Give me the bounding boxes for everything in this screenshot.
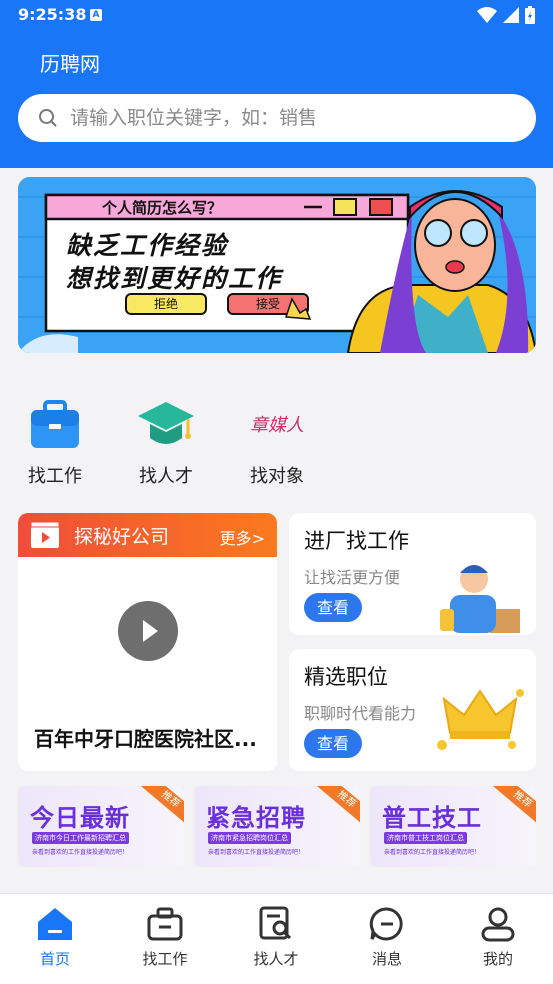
factory-job-card[interactable]: 进厂找工作 让找活更方便 查看 [289,513,536,635]
promo-title: 紧急招聘 [206,804,306,832]
promo-urgent[interactable]: 紧急招聘 济南市紧急招聘岗位汇总 亲看到喜欢的工作直接投递简历吧！ 推荐 [194,786,360,867]
crown-illustration [437,689,524,750]
system-icons [477,6,535,24]
tab-label: 首页 [39,950,70,968]
worker-illustration [440,565,520,633]
app-header: 9:25:38 A 历聘网 [0,0,553,168]
card-title: 进厂找工作 [304,529,409,553]
video-card-header: 探秘好公司 更多> [18,513,277,557]
status-bar: 9:25:38 A [0,0,553,32]
tab-profile[interactable]: 我的 [443,894,553,984]
user-icon [478,904,518,944]
tab-find-job[interactable]: 找工作 [110,894,220,984]
quick-label: 找人才 [139,466,193,487]
wifi-icon [477,7,497,23]
recommend-tag: 推荐 [316,786,360,827]
graduation-cap-icon [136,394,196,454]
promo-line1: 济南市普工技工岗位汇总 [384,832,467,844]
promo-banner[interactable]: 个人简历怎么写？ 缺乏工作经验 想找到更好的工作 拒绝 接受 [18,177,536,353]
banner-window-title: 个人简历怎么写？ [102,199,223,217]
recommend-tag: 推荐 [140,786,184,827]
briefcase-icon [25,394,85,454]
promo-title: 今日最新 [30,804,130,832]
card-title: 精选职位 [304,665,388,689]
quick-find-job[interactable]: 找工作 [15,394,95,488]
search-input[interactable] [70,107,490,129]
promo-general-workers[interactable]: 普工技工 济南市普工技工岗位汇总 亲看到喜欢的工作直接投递简历吧！ 推荐 [370,786,536,867]
video-clapper-icon [30,521,60,548]
promo-today-latest[interactable]: 今日最新 济南市今日工作最新招聘汇总 亲看到喜欢的工作直接投递简历吧！ 推荐 [18,786,184,867]
search-icon [39,109,57,127]
tab-home[interactable]: 首页 [0,894,110,984]
battery-icon [525,6,535,24]
play-button-icon[interactable] [118,601,178,661]
chat-bubble-icon [367,904,407,944]
tab-label: 找人才 [253,950,299,968]
promo-line2: 亲看到喜欢的工作直接投递简历吧！ [384,849,481,856]
resume-search-icon [256,904,296,944]
quick-find-talent[interactable]: 找人才 [126,394,206,488]
quick-entry-row: 找工作 找人才 章媒人 找对象 [0,380,553,510]
quick-label: 找工作 [28,466,82,487]
tab-label: 消息 [371,950,402,968]
video-card-title: 探秘好公司 [74,525,170,548]
quick-label: 找对象 [250,466,304,487]
video-more-link[interactable]: 更多> [220,525,265,549]
banner-line1: 缺乏工作经验 [66,231,229,260]
logo-text: 章媒人 [250,415,304,436]
tab-find-talent[interactable]: 找人才 [221,894,331,984]
quick-find-partner[interactable]: 章媒人 找对象 [237,394,317,488]
tab-messages[interactable]: 消息 [332,894,442,984]
promo-line2: 亲看到喜欢的工作直接投递简历吧！ [32,849,129,856]
status-time: 9:25:38 [18,5,87,24]
banner-reject-button: 拒绝 [153,297,178,311]
promo-title: 普工技工 [382,804,482,832]
zhangmeiren-logo: 章媒人 [247,394,307,454]
signal-icon [503,7,519,23]
search-bar[interactable] [18,94,536,142]
briefcase-icon [145,904,185,944]
home-icon [35,904,75,944]
app-title: 历聘网 [40,52,100,76]
video-caption: 百年中牙口腔医院社区... [34,727,257,751]
promo-line1: 济南市紧急招聘岗位汇总 [208,832,291,844]
card-subtitle: 让找活更方便 [304,568,401,587]
promo-line1: 济南市今日工作最新招聘汇总 [32,832,129,844]
view-button[interactable]: 查看 [304,729,362,758]
selected-jobs-card[interactable]: 精选职位 职聊时代看能力 查看 [289,649,536,771]
promo-line2: 亲看到喜欢的工作直接投递简历吧！ [208,849,305,856]
tab-label: 找工作 [142,950,188,968]
banner-accept-button: 接受 [255,297,280,311]
notification-a-icon: A [90,9,102,21]
recommend-tag: 推荐 [492,786,536,827]
company-video-card[interactable]: 探秘好公司 更多> 百年中牙口腔医院社区... [18,513,277,771]
banner-line2: 想找到更好的工作 [66,264,283,293]
bottom-tab-bar: 首页 找工作 找人才 消息 我的 [0,893,553,984]
view-button[interactable]: 查看 [304,593,362,622]
card-subtitle: 职聊时代看能力 [304,704,417,723]
tab-label: 我的 [482,950,513,968]
